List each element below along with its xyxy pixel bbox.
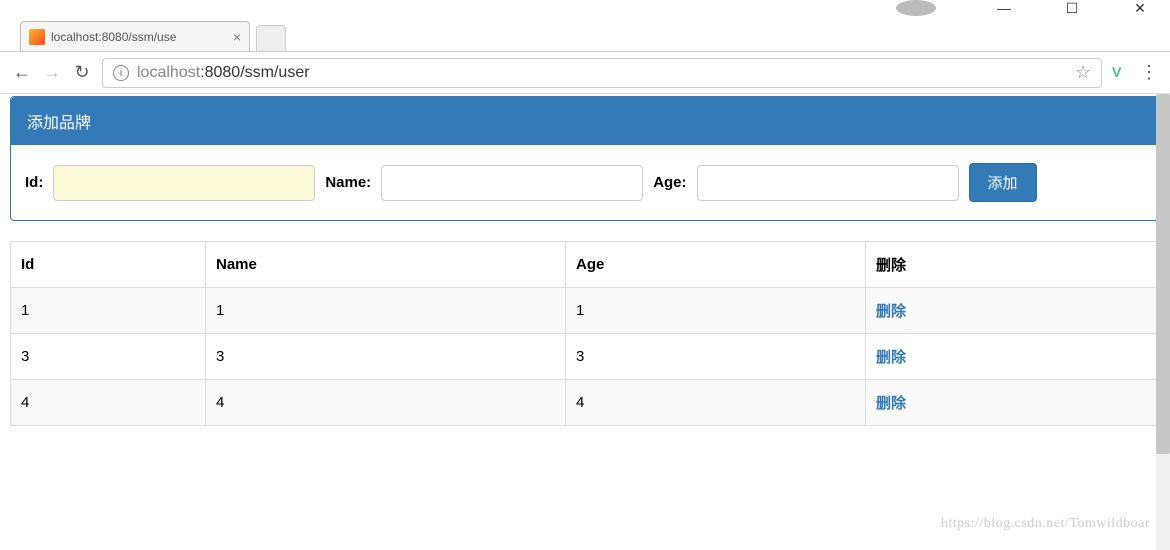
minimize-button[interactable]: — (984, 0, 1024, 16)
page-content: 添加品牌 Id: Name: Age: 添加 Id Name Age 删除 11… (0, 96, 1170, 426)
back-button[interactable]: ← (12, 62, 32, 83)
age-label: Age: (653, 174, 686, 191)
add-brand-form: Id: Name: Age: 添加 (11, 145, 1159, 220)
favicon-icon (29, 29, 45, 45)
delete-link[interactable]: 删除 (876, 303, 906, 320)
table-row: 111删除 (11, 288, 1160, 334)
header-delete: 删除 (866, 242, 1160, 288)
vue-devtools-icon[interactable]: V (1112, 64, 1130, 82)
delete-link[interactable]: 删除 (876, 349, 906, 366)
user-icon[interactable] (896, 0, 936, 16)
name-label: Name: (325, 174, 371, 191)
cell-name: 3 (206, 334, 566, 380)
cell-id: 1 (11, 288, 206, 334)
table-header-row: Id Name Age 删除 (11, 242, 1160, 288)
url-text: localhost:8080/ssm/user (137, 64, 310, 82)
add-brand-panel: 添加品牌 Id: Name: Age: 添加 (10, 96, 1160, 221)
cell-age: 1 (566, 288, 866, 334)
forward-button[interactable]: → (42, 62, 62, 83)
cell-age: 3 (566, 334, 866, 380)
reload-button[interactable]: ↻ (72, 62, 92, 83)
scrollbar-thumb[interactable] (1156, 94, 1170, 454)
tab-close-icon[interactable]: × (233, 29, 241, 45)
header-name: Name (206, 242, 566, 288)
cell-id: 4 (11, 380, 206, 426)
cell-name: 1 (206, 288, 566, 334)
cell-name: 4 (206, 380, 566, 426)
cell-age: 4 (566, 380, 866, 426)
delete-link[interactable]: 删除 (876, 395, 906, 412)
table-row: 333删除 (11, 334, 1160, 380)
header-id: Id (11, 242, 206, 288)
watermark-text: https://blog.csdn.net/Tomwildboar (941, 516, 1150, 532)
cell-delete: 删除 (866, 288, 1160, 334)
new-tab-button[interactable] (256, 25, 286, 51)
bookmark-star-icon[interactable]: ☆ (1075, 62, 1091, 83)
id-label: Id: (25, 174, 43, 191)
close-window-button[interactable]: ✕ (1120, 0, 1160, 17)
name-input[interactable] (381, 165, 643, 201)
panel-title: 添加品牌 (11, 97, 1159, 145)
browser-tab[interactable]: localhost:8080/ssm/use × (20, 21, 250, 51)
add-button[interactable]: 添加 (969, 163, 1037, 202)
window-controls: — ☐ ✕ (0, 0, 1170, 16)
id-input[interactable] (53, 165, 315, 201)
browser-menu-icon[interactable]: ⋮ (1140, 62, 1158, 83)
address-bar[interactable]: i localhost:8080/ssm/user ☆ (102, 58, 1102, 88)
age-input[interactable] (697, 165, 959, 201)
url-host: localhost (137, 64, 200, 81)
cell-id: 3 (11, 334, 206, 380)
table-row: 444删除 (11, 380, 1160, 426)
cell-delete: 删除 (866, 380, 1160, 426)
tab-title: localhost:8080/ssm/use (51, 30, 227, 44)
header-age: Age (566, 242, 866, 288)
url-path: :8080/ssm/user (200, 64, 309, 81)
maximize-button[interactable]: ☐ (1052, 0, 1092, 17)
browser-tab-bar: localhost:8080/ssm/use × (0, 16, 1170, 52)
data-table: Id Name Age 删除 111删除333删除444删除 (10, 241, 1160, 426)
browser-toolbar: ← → ↻ i localhost:8080/ssm/user ☆ V ⋮ (0, 52, 1170, 94)
site-info-icon[interactable]: i (113, 65, 129, 81)
cell-delete: 删除 (866, 334, 1160, 380)
vertical-scrollbar[interactable] (1156, 94, 1170, 550)
